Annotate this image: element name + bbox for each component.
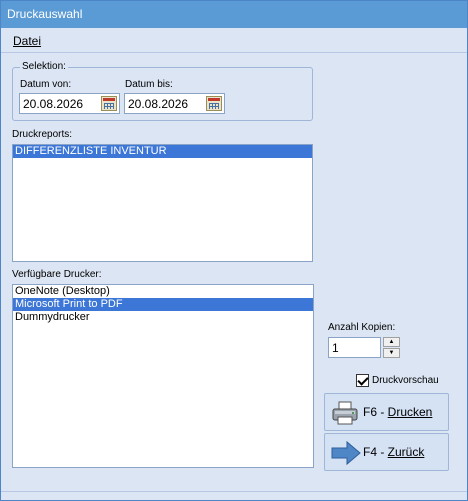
copies-input[interactable]: 1 <box>328 337 381 358</box>
divider <box>1 491 467 492</box>
list-item[interactable]: Dummydrucker <box>13 311 313 324</box>
printers-label: Verfügbare Drucker: <box>12 269 102 280</box>
date-to-label: Datum bis: <box>125 79 173 90</box>
back-button-label: Zurück <box>387 445 425 459</box>
copies-stepper: 1 ▲ ▼ <box>328 337 401 358</box>
reports-list[interactable]: DIFFERENZLISTE INVENTUR <box>12 144 313 262</box>
spin-up-icon[interactable]: ▲ <box>383 337 400 347</box>
preview-checkbox[interactable] <box>356 374 369 387</box>
print-button[interactable]: F6 - Drucken <box>324 393 449 431</box>
menu-bar: Datei <box>1 28 467 53</box>
date-from-value: 20.08.2026 <box>23 97 84 111</box>
back-button-prefix: F4 - <box>363 445 388 459</box>
menu-file[interactable]: Datei <box>13 34 41 48</box>
calendar-icon[interactable] <box>206 96 222 111</box>
spin-down-icon[interactable]: ▼ <box>383 348 400 358</box>
reports-label: Druckreports: <box>12 129 73 140</box>
list-item[interactable]: DIFFERENZLISTE INVENTUR <box>13 145 312 158</box>
print-selection-window: Druckauswahl Datei Selektion: Datum von:… <box>0 0 468 501</box>
menu-file-label: Datei <box>13 34 42 48</box>
printer-icon <box>332 401 358 425</box>
calendar-icon[interactable] <box>101 96 117 111</box>
list-item[interactable]: OneNote (Desktop) <box>13 285 313 298</box>
arrow-right-icon <box>331 440 361 466</box>
list-item[interactable]: Microsoft Print to PDF <box>13 298 313 311</box>
print-button-label: Drucken <box>387 405 433 419</box>
date-from-field[interactable]: 20.08.2026 <box>19 93 120 114</box>
printers-list[interactable]: OneNote (Desktop) Microsoft Print to PDF… <box>12 284 314 468</box>
print-button-prefix: F6 - <box>363 405 388 419</box>
date-from-label: Datum von: <box>20 79 72 90</box>
selection-group-title: Selektion: <box>20 61 68 72</box>
preview-label: Druckvorschau <box>372 375 439 386</box>
back-button[interactable]: F4 - Zurück <box>324 433 449 471</box>
date-to-value: 20.08.2026 <box>128 97 189 111</box>
date-to-field[interactable]: 20.08.2026 <box>124 93 225 114</box>
copies-label: Anzahl Kopien: <box>328 322 396 333</box>
window-title: Druckauswahl <box>1 1 467 28</box>
